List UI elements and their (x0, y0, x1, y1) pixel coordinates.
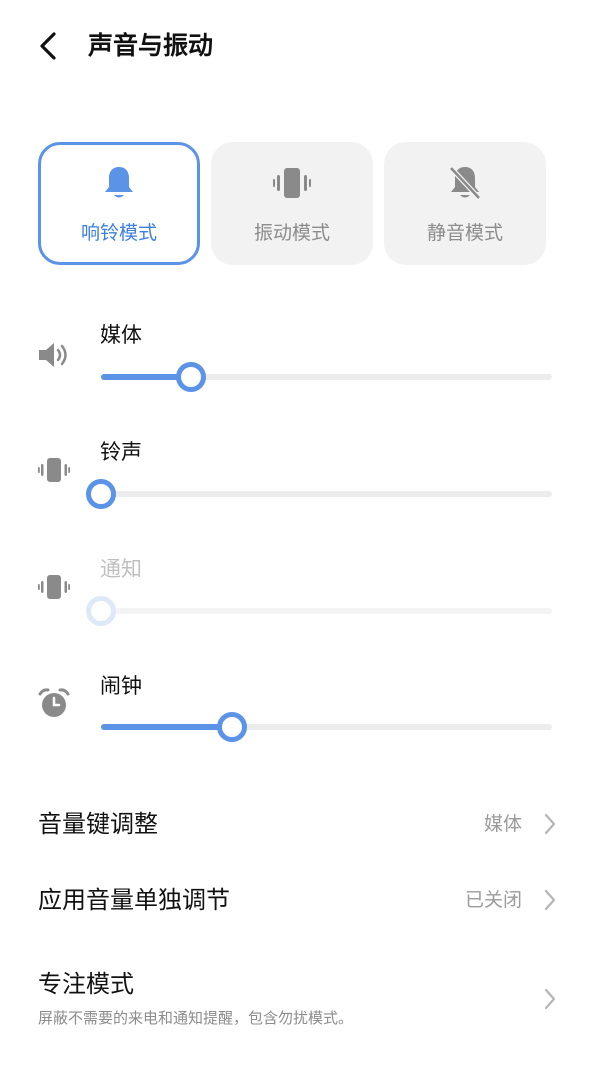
ring-mode-button[interactable]: 响铃模式 (38, 142, 200, 265)
volume-key-label: 音量键调整 (38, 810, 158, 838)
focus-mode-setting[interactable]: 专注模式 屏蔽不需要的来电和通知提醒，包含勿扰模式。 (0, 968, 600, 1034)
volume-slider-ringtone[interactable] (86, 479, 552, 509)
volume-label-ringtone: 铃声 (100, 440, 142, 464)
bell-off-icon (448, 164, 482, 202)
header-bar: 声音与振动 (0, 0, 600, 92)
vibrate-mode-label: 振动模式 (253, 222, 330, 244)
vibrate-icon (37, 570, 71, 604)
silent-mode-label: 静音模式 (426, 222, 503, 244)
chevron-right-icon (540, 884, 560, 916)
slider-knob[interactable] (176, 362, 207, 392)
slider-fill (101, 724, 232, 730)
focus-mode-subtitle: 屏蔽不需要的来电和通知提醒，包含勿扰模式。 (38, 1009, 354, 1027)
vibrate-mode-button[interactable]: 振动模式 (211, 142, 373, 265)
volume-slider-notification (86, 596, 552, 626)
slider-knob[interactable] (216, 712, 247, 742)
focus-mode-label: 专注模式 (38, 970, 134, 998)
volume-label-alarm: 闹钟 (100, 674, 142, 698)
back-arrow-icon[interactable] (30, 28, 66, 64)
volume-key-value: 媒体 (483, 813, 522, 835)
mode-selector: 响铃模式 振动模式 静音模式 (38, 142, 548, 266)
speaker-icon (37, 338, 71, 372)
volume-slider-media[interactable] (101, 362, 552, 392)
volume-key-setting[interactable]: 音量键调整 媒体 (0, 808, 600, 844)
slider-knob (86, 596, 116, 626)
bell-icon (102, 164, 136, 202)
volume-row-notification: 通知 (0, 555, 600, 635)
slider-knob[interactable] (86, 479, 116, 509)
volume-label-notification: 通知 (100, 557, 142, 581)
vibrate-icon (273, 164, 311, 202)
app-volume-label: 应用音量单独调节 (38, 886, 230, 914)
volume-row-ringtone: 铃声 (0, 438, 600, 518)
volume-row-alarm: 闹钟 (0, 672, 600, 752)
app-volume-value: 已关闭 (464, 889, 522, 911)
chevron-right-icon (540, 808, 560, 840)
chevron-right-icon (540, 983, 560, 1015)
silent-mode-button[interactable]: 静音模式 (384, 142, 546, 265)
volume-slider-alarm[interactable] (101, 712, 552, 742)
volume-row-media: 媒体 (0, 321, 600, 401)
page-title: 声音与振动 (88, 31, 214, 60)
ring-mode-label: 响铃模式 (80, 222, 157, 244)
volume-label-media: 媒体 (100, 323, 142, 347)
app-volume-setting[interactable]: 应用音量单独调节 已关闭 (0, 884, 600, 920)
alarm-clock-icon (37, 686, 71, 720)
vibrate-icon (37, 453, 71, 487)
